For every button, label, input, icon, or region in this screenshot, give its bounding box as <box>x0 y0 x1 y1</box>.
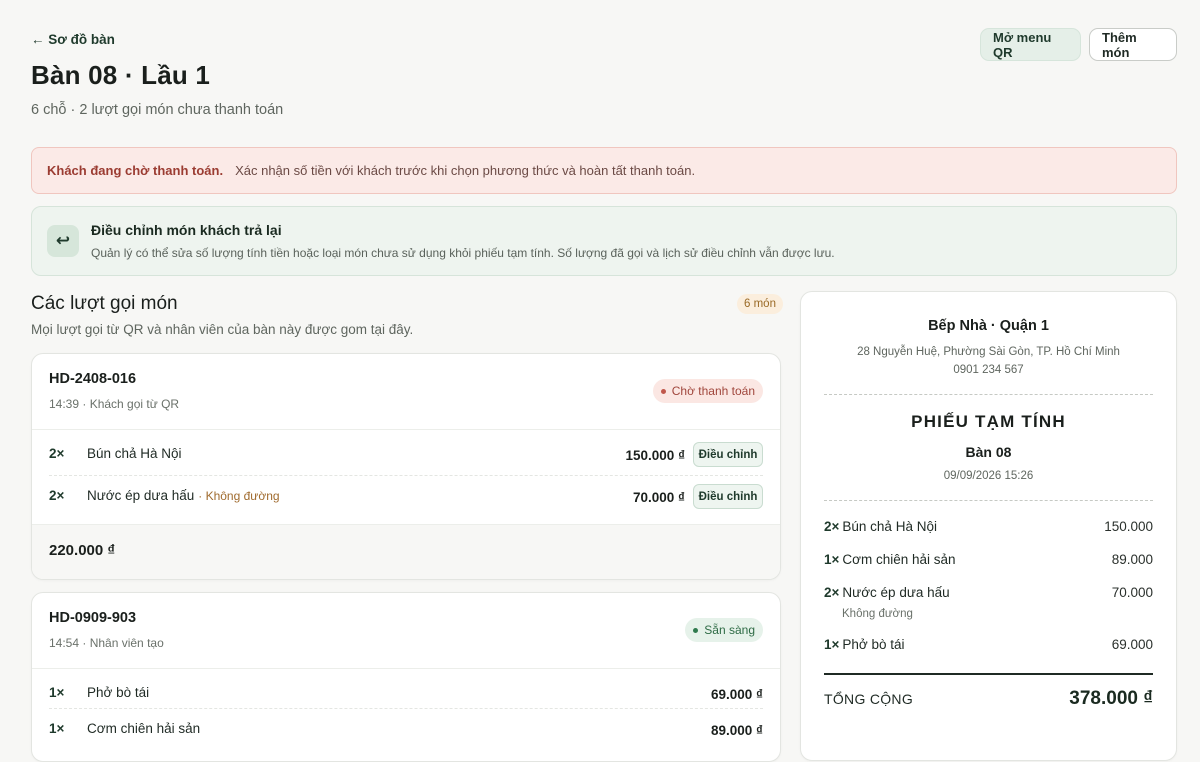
adjust-item-button[interactable]: Điều chỉnh <box>693 442 763 467</box>
receipt-item-name: Phở bò tái <box>842 637 905 652</box>
item-name: Cơm chiên hải sản <box>87 721 201 736</box>
item-qty: 2× <box>49 488 65 503</box>
order-items: 1× Phở bò tái 69.000 ₫ 1× Cơm chiên hải … <box>32 669 780 750</box>
order-card: HD-0909-903 14:54 · Nhân viên tạo Sẵn sà… <box>31 592 781 762</box>
status-badge: Sẵn sàng <box>685 618 763 642</box>
status-dot-icon <box>693 627 699 633</box>
receipt-qty: 1× <box>824 637 840 652</box>
receipt-item-value: 89.000 <box>1111 552 1153 567</box>
receipt-item-value: 150.000 <box>1104 519 1153 534</box>
status-label: Chờ thanh toán <box>671 384 755 398</box>
back-to-floor-plan-link[interactable]: ← Sơ đồ bàn <box>31 32 115 47</box>
item-qty: 2× <box>49 446 65 461</box>
receipt-title: PHIẾU TẠM TÍNH <box>911 412 1066 431</box>
order-meta: 14:39 · Khách gọi từ QR <box>49 397 180 411</box>
order-total-bar: 220.000 ₫ <box>32 524 780 579</box>
receipt-qty: 1× <box>824 552 840 567</box>
item-price: 89.000 ₫ <box>711 723 763 738</box>
adjust-item-button[interactable]: Điều chỉnh <box>693 484 763 509</box>
receipt-item-name: Cơm chiên hải sản <box>842 552 956 567</box>
adjust-panel-title: Điều chỉnh món khách trả lại <box>91 222 282 238</box>
receipt-datetime: 09/09/2026 15:26 <box>943 470 1034 482</box>
receipt-line: 2× Bún chả Hà Nội 150.000 <box>824 519 1153 534</box>
receipt-divider <box>824 500 1153 501</box>
status-label: Sẵn sàng <box>704 623 755 637</box>
order-item-row: 2× Nước ép dưa hấu · Không đường 70.000 ₫… <box>49 476 763 517</box>
receipt-item-value: 70.000 <box>1111 585 1153 600</box>
order-item-row: 2× Bún chả Hà Nội 150.000 ₫ Điều chỉnh <box>49 434 763 476</box>
receipt-total-divider <box>824 673 1153 675</box>
provisional-receipt: Bếp Nhà · Quận 1 28 Nguyễn Huệ, Phường S… <box>800 291 1177 761</box>
receipt-divider <box>824 394 1153 395</box>
order-meta: 14:54 · Nhân viên tạo <box>49 636 164 650</box>
receipt-item-name: Bún chả Hà Nội <box>842 519 937 534</box>
top-actions: Mở menu QR Thêm món <box>980 28 1177 61</box>
order-item-row: 1× Cơm chiên hải sản 89.000 ₫ <box>49 709 763 750</box>
receipt-table: Bàn 08 <box>965 444 1012 460</box>
order-item-row: 1× Phở bò tái 69.000 ₫ <box>49 673 763 709</box>
receipt-total-value: 378.000 ₫ <box>1069 688 1153 709</box>
receipt-total-label: TỔNG CỘNG <box>824 691 914 707</box>
alert-title: Khách đang chờ thanh toán. <box>47 163 224 178</box>
page-subtitle: 6 chỗ · 2 lượt gọi món chưa thanh toán <box>31 102 284 118</box>
adjust-panel-description: Quản lý có thể sửa số lượng tính tiền ho… <box>91 246 835 260</box>
payment-pending-alert: Khách đang chờ thanh toán. Xác nhận số t… <box>31 147 1177 194</box>
item-qty: 1× <box>49 685 65 700</box>
status-dot-icon <box>660 388 666 394</box>
receipt-phone: 0901 234 567 <box>953 364 1024 376</box>
receipt-item-value: 69.000 <box>1111 637 1153 652</box>
receipt-line: 2× Nước ép dưa hấu 70.000 <box>824 585 1153 600</box>
return-adjust-panel: ↩ Điều chỉnh món khách trả lại Quản lý c… <box>31 206 1177 276</box>
order-header: HD-2408-016 14:39 · Khách gọi từ QR Chờ … <box>32 354 780 430</box>
receipt-line: 1× Cơm chiên hải sản 89.000 <box>824 552 1153 567</box>
add-item-button[interactable]: Thêm món <box>1089 28 1177 61</box>
item-qty: 1× <box>49 721 65 736</box>
receipt-qty: 2× <box>824 519 840 534</box>
alert-text: Xác nhận số tiền với khách trước khi chọ… <box>235 163 696 178</box>
order-code: HD-0909-903 <box>49 610 137 626</box>
item-name-text: Nước ép dưa hấu <box>87 488 195 503</box>
order-items: 2× Bún chả Hà Nội 150.000 ₫ Điều chỉnh 2… <box>32 430 780 517</box>
item-name: Phở bò tái <box>87 685 150 700</box>
order-code: HD-2408-016 <box>49 371 137 387</box>
item-count-badge: 6 món <box>737 294 783 314</box>
page-title: Bàn 08 · Lầu 1 <box>31 60 211 90</box>
item-note: · Không đường <box>198 489 280 503</box>
receipt-line: 1× Phở bò tái 69.000 <box>824 637 1153 652</box>
status-badge: Chờ thanh toán <box>652 379 763 403</box>
receipt-shop-name: Bếp Nhà · Quận 1 <box>928 318 1049 334</box>
item-name: Nước ép dưa hấu · Không đường <box>87 488 280 503</box>
receipt-item-note: Không đường <box>842 608 913 620</box>
item-name: Bún chả Hà Nội <box>87 446 182 461</box>
return-arrow-icon: ↩ <box>47 225 79 257</box>
receipt-address: 28 Nguyễn Huệ, Phường Sài Gòn, TP. Hồ Ch… <box>857 346 1120 358</box>
order-total: 220.000 ₫ <box>49 542 116 559</box>
item-price: 70.000 ₫ <box>633 490 685 505</box>
receipt-qty: 2× <box>824 585 840 600</box>
order-card: HD-2408-016 14:39 · Khách gọi từ QR Chờ … <box>31 353 781 580</box>
orders-section-title: Các lượt gọi món <box>31 293 178 314</box>
item-price: 69.000 ₫ <box>711 687 763 702</box>
order-header: HD-0909-903 14:54 · Nhân viên tạo Sẵn sà… <box>32 593 780 669</box>
open-qr-menu-button[interactable]: Mở menu QR <box>980 28 1081 61</box>
orders-section-subtitle: Mọi lượt gọi từ QR và nhân viên của bàn … <box>31 322 414 337</box>
receipt-item-name: Nước ép dưa hấu <box>842 585 950 600</box>
item-price: 150.000 ₫ <box>625 448 685 463</box>
